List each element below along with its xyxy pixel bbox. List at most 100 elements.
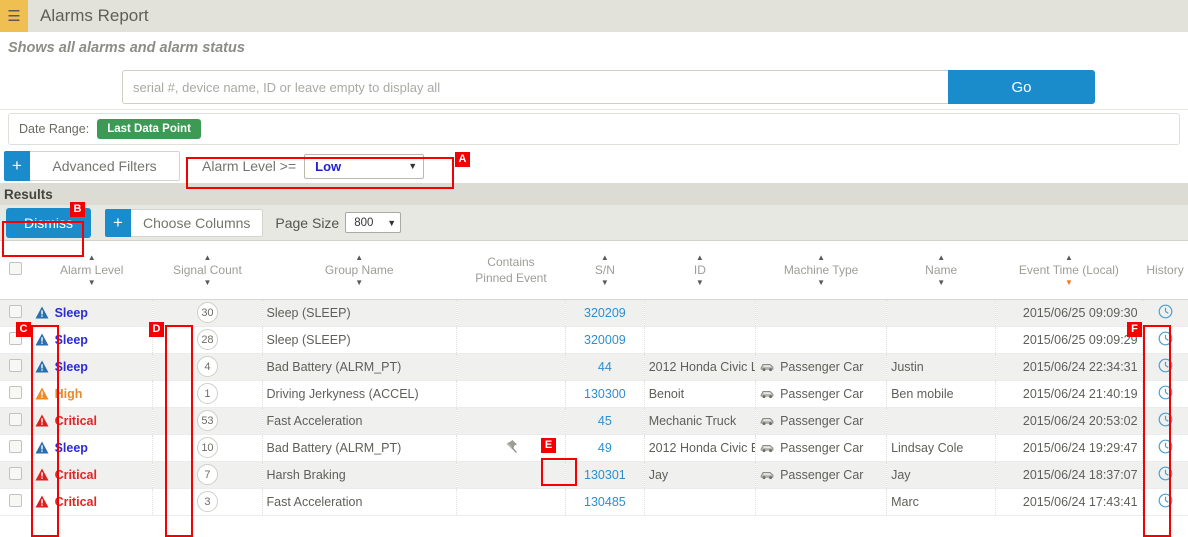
alarms-report-page: ☰ Alarms Report Shows all alarms and ala… <box>0 0 1188 537</box>
row-checkbox[interactable] <box>8 466 22 480</box>
go-button[interactable]: Go <box>948 70 1095 104</box>
sn-link[interactable]: 320009 <box>584 333 626 347</box>
event-time-cell: 2015/06/24 17:43:41 <box>995 488 1143 516</box>
date-range-value[interactable]: Last Data Point <box>97 119 201 139</box>
header-label: History <box>1146 262 1184 277</box>
header-event-time[interactable]: ▲ Event Time (Local) ▼ <box>995 241 1143 300</box>
signal-count-cell: 3 <box>152 488 263 516</box>
alarm-level-text[interactable]: Sleep <box>55 333 88 347</box>
page-size-value: 800 <box>354 216 374 229</box>
name-cell <box>886 407 996 435</box>
table-row[interactable]: High 1 Driving Jerkyness (ACCEL) 130300 Beno… <box>0 380 1188 408</box>
alarm-level-text[interactable]: Critical <box>55 414 97 428</box>
alarm-level-text[interactable]: Critical <box>55 468 97 482</box>
table-row[interactable]: Critical 3 Fast Acceleration 130485 Marc 2015… <box>0 488 1188 516</box>
table-row[interactable]: Sleep 10 Bad Battery (ALRM_PT) 49 2012 Honda… <box>0 434 1188 462</box>
sn-link[interactable]: 45 <box>598 414 612 428</box>
history-clock-icon[interactable] <box>1158 439 1173 454</box>
header-id[interactable]: ▲ ID ▼ <box>644 241 756 300</box>
row-checkbox[interactable] <box>8 385 22 399</box>
plus-icon: + <box>4 151 30 181</box>
header-group-name[interactable]: ▲ Group Name ▼ <box>262 241 457 300</box>
sort-asc-icon[interactable]: ▲ <box>937 253 945 261</box>
row-checkbox[interactable] <box>8 412 22 426</box>
table-row[interactable]: Sleep 28 Sleep (SLEEP) 320009 2015/06/25 09:… <box>0 326 1188 354</box>
advanced-filters-label: Advanced Filters <box>30 151 180 181</box>
sort-asc-icon[interactable]: ▲ <box>355 253 363 261</box>
row-checkbox[interactable] <box>8 304 22 318</box>
pinned-event-icon[interactable] <box>502 438 519 455</box>
history-cell[interactable] <box>1141 461 1188 489</box>
advanced-filters-button[interactable]: + Advanced Filters <box>4 151 180 181</box>
sort-asc-icon[interactable]: ▲ <box>601 253 609 261</box>
select-all-checkbox[interactable] <box>8 261 22 275</box>
alarm-level-text[interactable]: Sleep <box>55 306 88 320</box>
sort-desc-icon-active[interactable]: ▼ <box>1065 278 1073 286</box>
sort-desc-icon[interactable]: ▼ <box>203 278 211 286</box>
sort-desc-icon[interactable]: ▼ <box>88 278 96 286</box>
page-size-select[interactable]: 800 ▼ <box>345 212 402 233</box>
passenger-car-icon <box>760 445 774 453</box>
history-clock-icon[interactable] <box>1158 412 1173 427</box>
table-row[interactable]: Sleep 4 Bad Battery (ALRM_PT) 44 2012 Honda … <box>0 353 1188 381</box>
table-header-row: ▲ Alarm Level ▼ ▲ Signal Count ▼ ▲ Group… <box>0 241 1188 300</box>
header-machine-type[interactable]: ▲ Machine Type ▼ <box>755 241 887 300</box>
alarm-warning-icon <box>35 360 49 373</box>
history-clock-icon[interactable] <box>1158 466 1173 481</box>
header-signal-count[interactable]: ▲ Signal Count ▼ <box>152 241 263 300</box>
history-cell[interactable] <box>1141 299 1188 327</box>
event-time-cell: 2015/06/24 22:34:31 <box>995 353 1143 381</box>
history-cell[interactable] <box>1141 380 1188 408</box>
alarm-level-text[interactable]: High <box>55 387 83 401</box>
alarm-level-text[interactable]: Critical <box>55 495 97 509</box>
header-name[interactable]: ▲ Name ▼ <box>886 241 996 300</box>
search-row: serial #, device name, ID or leave empty… <box>0 64 1188 110</box>
hamburger-icon[interactable]: ☰ <box>0 0 28 32</box>
sort-asc-icon[interactable]: ▲ <box>203 253 211 261</box>
alarm-level-text[interactable]: Sleep <box>55 441 88 455</box>
search-input[interactable]: serial #, device name, ID or leave empty… <box>122 70 948 104</box>
row-checkbox[interactable] <box>8 358 22 372</box>
history-cell[interactable] <box>1141 407 1188 435</box>
header-alarm-level[interactable]: ▲ Alarm Level ▼ <box>30 241 153 300</box>
row-checkbox[interactable] <box>8 439 22 453</box>
alarm-level-text[interactable]: Sleep <box>55 360 88 374</box>
choose-columns-button[interactable]: + Choose Columns <box>105 208 264 237</box>
sn-link[interactable]: 49 <box>598 441 612 455</box>
sort-desc-icon[interactable]: ▼ <box>696 278 704 286</box>
sort-asc-icon[interactable]: ▲ <box>817 253 825 261</box>
sn-cell: 49 <box>565 434 645 462</box>
history-cell[interactable] <box>1141 326 1188 354</box>
history-clock-icon[interactable] <box>1158 358 1173 373</box>
table-row[interactable]: Critical 7 Harsh Braking 130301 Jay Passenger… <box>0 461 1188 489</box>
sn-link[interactable]: 320209 <box>584 306 626 320</box>
table-row[interactable]: Sleep 30 Sleep (SLEEP) 320209 2015/06/25 09:… <box>0 299 1188 327</box>
history-clock-icon[interactable] <box>1158 304 1173 319</box>
results-label: Results <box>4 186 53 202</box>
alarm-level-select[interactable]: Low ▼ <box>304 153 425 179</box>
sort-asc-icon[interactable]: ▲ <box>696 253 704 261</box>
sn-link[interactable]: 44 <box>598 360 612 374</box>
sort-desc-icon[interactable]: ▼ <box>355 278 363 286</box>
sort-desc-icon[interactable]: ▼ <box>817 278 825 286</box>
sn-link[interactable]: 130300 <box>584 387 626 401</box>
history-clock-icon[interactable] <box>1158 385 1173 400</box>
history-clock-icon[interactable] <box>1158 331 1173 346</box>
sort-asc-icon[interactable]: ▲ <box>1065 253 1073 261</box>
table-row[interactable]: Critical 53 Fast Acceleration 45 Mechanic Tr… <box>0 407 1188 435</box>
group-name-cell: Fast Acceleration <box>261 407 457 435</box>
history-cell[interactable] <box>1141 353 1188 381</box>
history-cell[interactable] <box>1141 488 1188 516</box>
sn-link[interactable]: 130301 <box>584 468 626 482</box>
header-sn[interactable]: ▲ S/N ▼ <box>565 241 645 300</box>
sort-desc-icon[interactable]: ▼ <box>937 278 945 286</box>
event-time-cell: 2015/06/24 21:40:19 <box>995 380 1143 408</box>
sn-link[interactable]: 130485 <box>584 495 626 509</box>
sort-asc-icon[interactable]: ▲ <box>88 253 96 261</box>
history-cell[interactable] <box>1141 434 1188 462</box>
row-checkbox[interactable] <box>8 493 22 507</box>
history-clock-icon[interactable] <box>1158 493 1173 508</box>
signal-count-cell: 53 <box>152 407 263 435</box>
sort-desc-icon[interactable]: ▼ <box>601 278 609 286</box>
machine-type-cell: Passenger Car <box>755 461 887 489</box>
